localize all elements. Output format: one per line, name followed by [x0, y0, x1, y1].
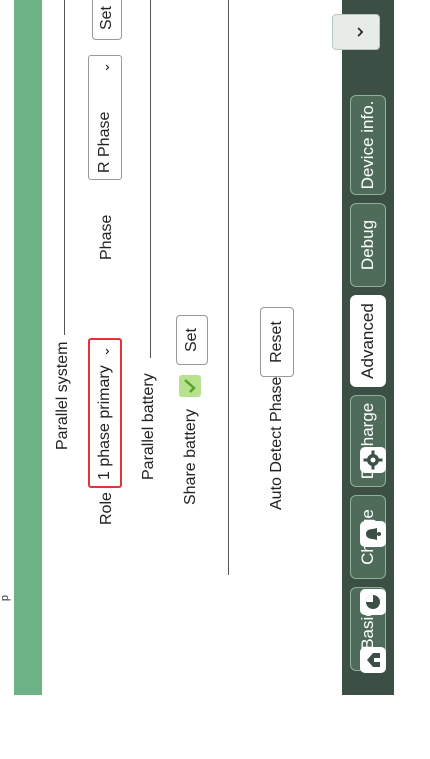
share-battery-checkbox[interactable]: [179, 375, 201, 397]
settings-panel: Parallel system Role 1 phase primary ⌄ P…: [42, 0, 342, 695]
settings-gear-icon[interactable]: [360, 447, 386, 473]
section-divider: [228, 0, 229, 575]
parallel-battery-divider: [150, 0, 151, 358]
phase-label: Phase: [98, 214, 115, 260]
parallel-battery-label: Parallel battery: [140, 373, 157, 480]
chevron-down-icon: ⌄: [97, 62, 112, 73]
phase-select[interactable]: R Phase ⌄: [88, 55, 122, 180]
stray-text: p: [0, 594, 12, 602]
alarm-bell-icon[interactable]: [360, 521, 386, 547]
share-battery-set-button[interactable]: Set: [176, 315, 208, 365]
tab-device-info[interactable]: Device info.: [350, 95, 386, 195]
chevron-down-icon: ⌄: [97, 346, 112, 357]
role-label: Role: [98, 492, 115, 525]
share-battery-label: Share battery: [182, 408, 199, 505]
device-screen: Parallel system Role 1 phase primary ⌄ P…: [14, 0, 394, 695]
tab-debug[interactable]: Debug: [350, 203, 386, 287]
rotated-canvas: Parallel system Role 1 phase primary ⌄ P…: [14, 0, 394, 695]
tab-advanced[interactable]: Advanced: [350, 295, 386, 387]
reset-button[interactable]: Reset: [260, 307, 294, 377]
parallel-system-label: Parallel system: [54, 341, 71, 450]
home-icon[interactable]: [360, 647, 386, 673]
phase-value: R Phase: [96, 111, 113, 173]
auto-detect-phase-label: Auto Detect Phase: [268, 376, 285, 510]
chevron-down-icon: ⌄: [343, 22, 368, 42]
pie-chart-icon[interactable]: [360, 589, 386, 615]
parallel-system-divider: [64, 0, 65, 335]
tab-discharge[interactable]: Discharge: [350, 395, 386, 487]
back-button[interactable]: ⌄: [332, 14, 380, 50]
role-value: 1 phase primary: [96, 365, 113, 480]
role-select[interactable]: 1 phase primary ⌄: [88, 338, 122, 488]
phase-set-button[interactable]: Set: [92, 0, 122, 40]
checkmark-icon: [184, 379, 196, 393]
